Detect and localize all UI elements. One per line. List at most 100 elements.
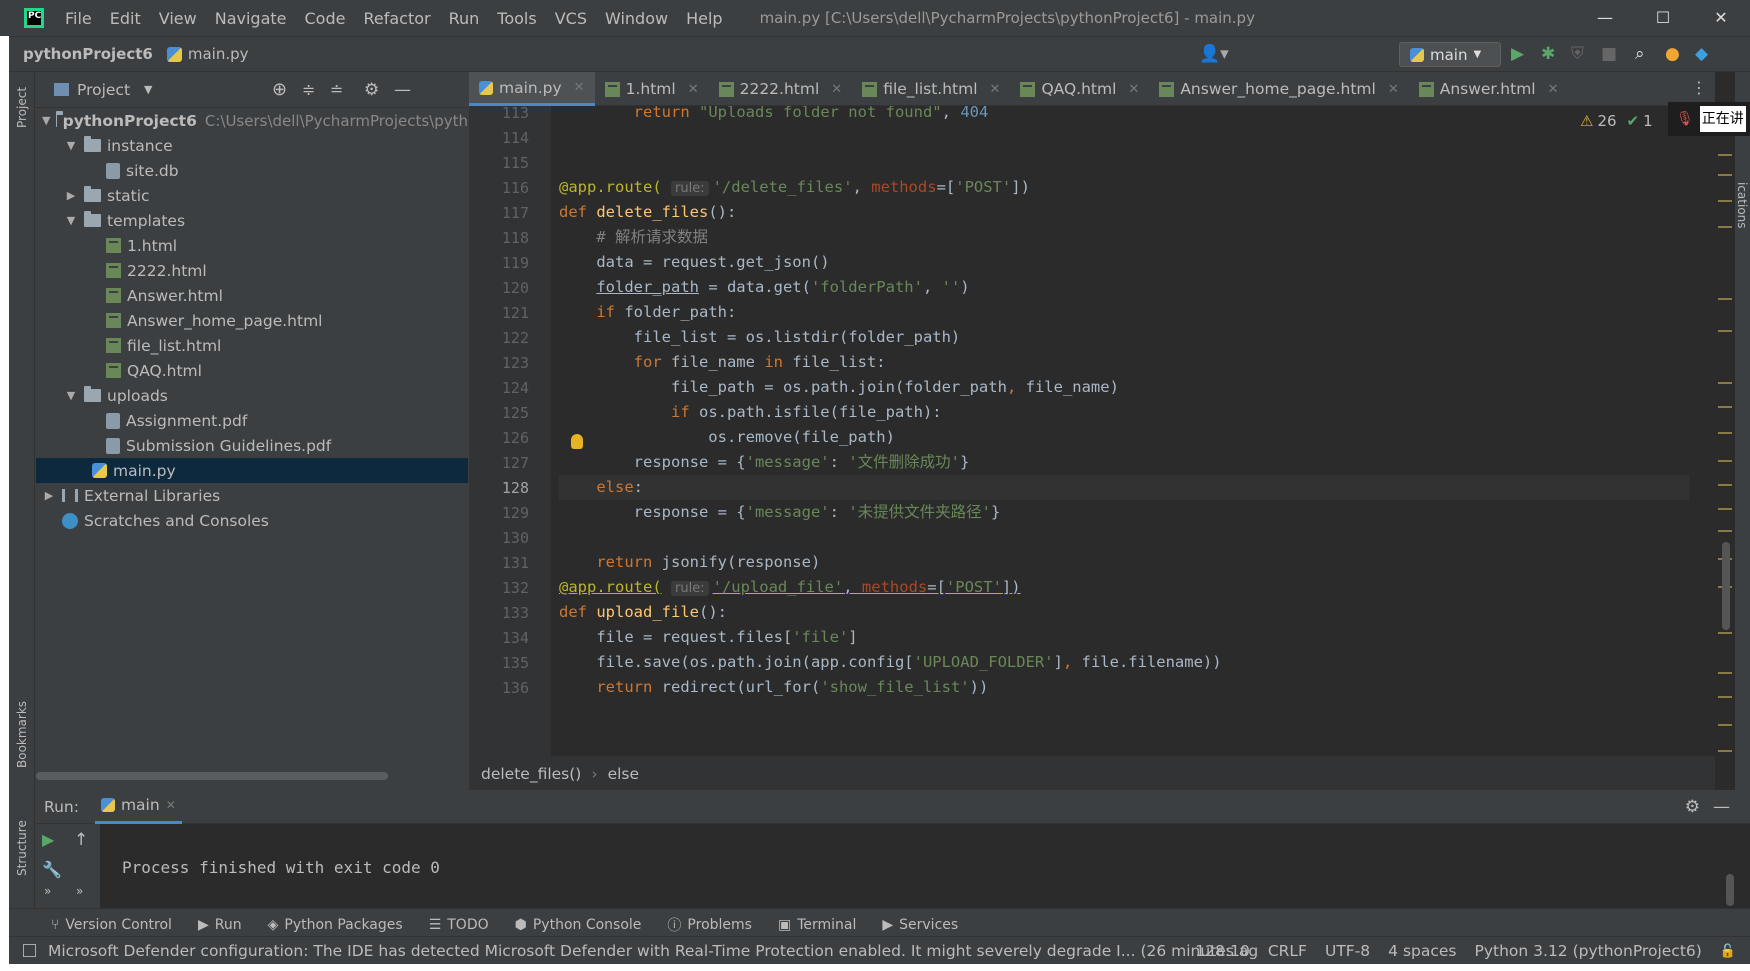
- run-config-selector[interactable]: main ▼: [1399, 42, 1501, 67]
- menu-vcs[interactable]: VCS: [546, 9, 596, 28]
- expand-all-icon[interactable]: ≑: [302, 80, 315, 99]
- tab-file-list-html[interactable]: file_list.html ✕: [852, 72, 1010, 106]
- tool-problems[interactable]: ⓘ Problems: [667, 915, 752, 935]
- stripe-mark[interactable]: [1718, 724, 1732, 726]
- tree-item[interactable]: Assignment.pdf: [36, 408, 468, 433]
- tree-item[interactable]: ▼ templates: [36, 208, 468, 233]
- editor-scroll-thumb[interactable]: [1722, 542, 1730, 630]
- user-icon[interactable]: 👤▾: [1199, 44, 1229, 64]
- line-number[interactable]: 118: [469, 229, 529, 247]
- lock-icon[interactable]: 🔓: [1720, 944, 1736, 959]
- collapse-all-icon[interactable]: ≐: [330, 80, 343, 99]
- menu-edit[interactable]: Edit: [101, 9, 150, 28]
- tab-answer-html[interactable]: Answer.html ✕: [1409, 72, 1569, 106]
- tree-item[interactable]: ▼ instance: [36, 133, 468, 158]
- tree-item[interactable]: 1.html: [36, 233, 468, 258]
- close-icon[interactable]: ✕: [688, 82, 699, 97]
- stripe-mark[interactable]: [1718, 460, 1732, 462]
- run-tab-main[interactable]: main ✕: [94, 790, 182, 824]
- more-tabs-icon[interactable]: ⋮: [1691, 78, 1707, 97]
- tab-2222-html[interactable]: 2222.html ✕: [709, 72, 853, 106]
- tree-item[interactable]: ▼ pythonProject6 C:\Users\dell\PycharmProj…: [36, 108, 468, 133]
- mic-off-icon[interactable]: 🎙: [1676, 111, 1694, 127]
- tool-python-packages[interactable]: ◈ Python Packages: [268, 917, 403, 933]
- line-number[interactable]: 121: [469, 304, 529, 322]
- stripe-mark[interactable]: [1718, 154, 1732, 156]
- chevron-down-icon[interactable]: ▼: [144, 83, 152, 96]
- stripe-mark[interactable]: [1718, 530, 1732, 532]
- more-icon[interactable]: »: [76, 884, 83, 898]
- wrench-icon[interactable]: 🔧: [42, 860, 62, 879]
- line-number[interactable]: 129: [469, 504, 529, 522]
- search-icon[interactable]: ⌕: [1635, 44, 1645, 64]
- nav-file[interactable]: main.py: [188, 45, 249, 63]
- menu-file[interactable]: File: [56, 9, 101, 28]
- stripe-mark[interactable]: [1718, 330, 1732, 332]
- stripe-mark[interactable]: [1718, 508, 1732, 510]
- line-number[interactable]: 119: [469, 254, 529, 272]
- tool-terminal[interactable]: ▣ Terminal: [778, 917, 856, 933]
- tree-item[interactable]: site.db: [36, 158, 468, 183]
- minimize-button[interactable]: —: [1576, 0, 1634, 36]
- line-number[interactable]: 120: [469, 279, 529, 297]
- stripe-mark[interactable]: [1718, 382, 1732, 384]
- error-stripe[interactable]: [1715, 72, 1735, 790]
- tool-python-console[interactable]: ⬢ Python Console: [515, 917, 642, 933]
- project-horizontal-scrollbar[interactable]: [36, 772, 388, 780]
- tree-item[interactable]: 2222.html: [36, 258, 468, 283]
- tab-main-py[interactable]: main.py ✕: [469, 72, 595, 106]
- coverage-icon[interactable]: ⛨: [1571, 44, 1584, 64]
- screen-share-overlay[interactable]: 🎙 正在讲: [1668, 102, 1750, 136]
- line-number[interactable]: 123: [469, 354, 529, 372]
- menu-help[interactable]: Help: [677, 9, 731, 28]
- line-separator[interactable]: CRLF: [1268, 942, 1307, 960]
- python-interpreter[interactable]: Python 3.12 (pythonProject6): [1475, 942, 1702, 960]
- close-icon[interactable]: ✕: [990, 82, 1001, 97]
- menu-run[interactable]: Run: [440, 9, 489, 28]
- line-number[interactable]: 124: [469, 379, 529, 397]
- arrow-up-icon[interactable]: ↑: [74, 830, 88, 850]
- tab-1-html[interactable]: 1.html ✕: [595, 72, 709, 106]
- menu-navigate[interactable]: Navigate: [206, 9, 296, 28]
- stripe-mark[interactable]: [1718, 200, 1732, 202]
- line-number[interactable]: 132: [469, 579, 529, 597]
- tree-item[interactable]: ▶ External Libraries: [36, 483, 468, 508]
- close-icon[interactable]: ✕: [166, 798, 176, 812]
- tree-item[interactable]: ▶ static: [36, 183, 468, 208]
- tree-item[interactable]: Answer_home_page.html: [36, 308, 468, 333]
- line-number[interactable]: 115: [469, 154, 529, 172]
- line-number[interactable]: 128: [469, 479, 529, 497]
- output-scroll-thumb[interactable]: [1726, 874, 1734, 906]
- close-icon[interactable]: ✕: [1548, 82, 1559, 97]
- tree-item[interactable]: file_list.html: [36, 333, 468, 358]
- structure-tool-label[interactable]: Structure: [15, 820, 29, 876]
- tree-item[interactable]: Submission Guidelines.pdf: [36, 433, 468, 458]
- debug-icon[interactable]: ✱: [1541, 44, 1555, 64]
- project-tool-label[interactable]: Project: [15, 87, 29, 128]
- line-number[interactable]: 122: [469, 329, 529, 347]
- stripe-mark[interactable]: [1718, 672, 1732, 674]
- line-number[interactable]: 134: [469, 629, 529, 647]
- line-number[interactable]: 113: [469, 104, 529, 122]
- tool-todo[interactable]: ☰ TODO: [429, 917, 489, 933]
- bookmarks-tool-label[interactable]: Bookmarks: [15, 701, 29, 768]
- menu-window[interactable]: Window: [596, 9, 677, 28]
- gear-icon[interactable]: ⚙: [364, 80, 379, 100]
- menu-tools[interactable]: Tools: [488, 9, 545, 28]
- more-icon[interactable]: »: [44, 884, 51, 898]
- project-view-title[interactable]: Project: [77, 81, 130, 99]
- close-icon[interactable]: ✕: [831, 82, 842, 97]
- update-icon[interactable]: ●: [1665, 44, 1680, 64]
- stripe-mark[interactable]: [1718, 632, 1732, 634]
- nav-project[interactable]: pythonProject6: [23, 45, 153, 63]
- hide-icon[interactable]: —: [1713, 797, 1730, 817]
- notifications-tool-label[interactable]: ications: [1735, 182, 1749, 229]
- rerun-icon[interactable]: ▶: [42, 830, 54, 849]
- jetbrains-icon[interactable]: ◆: [1695, 44, 1708, 64]
- menu-code[interactable]: Code: [296, 9, 355, 28]
- tree-item[interactable]: Scratches and Consoles: [36, 508, 468, 533]
- stripe-mark[interactable]: [1718, 484, 1732, 486]
- tree-item[interactable]: Answer.html: [36, 283, 468, 308]
- file-encoding[interactable]: UTF-8: [1325, 942, 1370, 960]
- tree-item[interactable]: ▼ uploads: [36, 383, 468, 408]
